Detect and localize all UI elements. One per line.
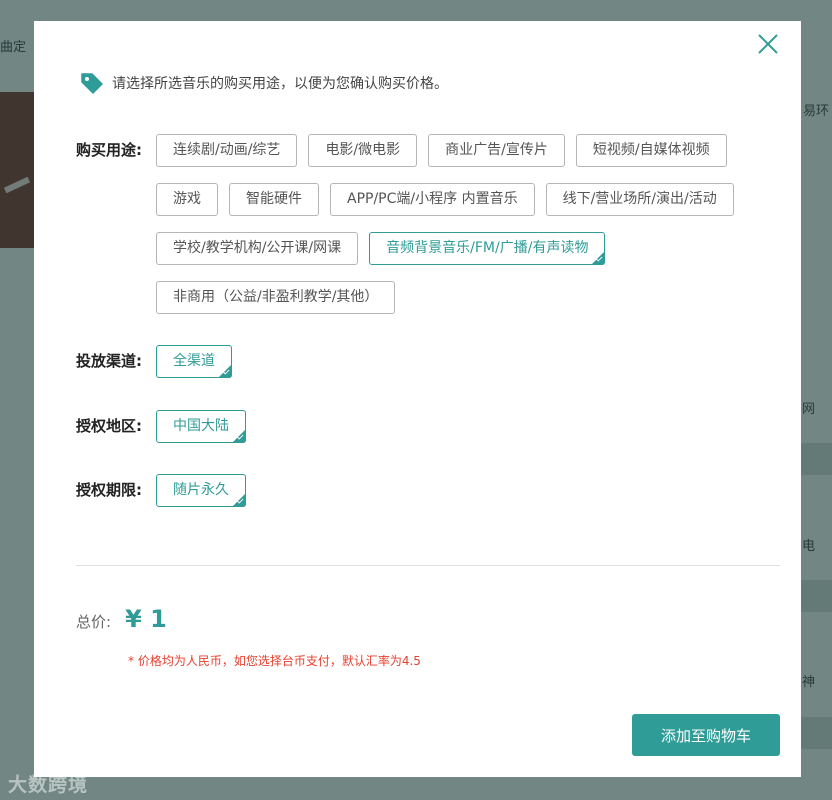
total-price: ¥ 1	[125, 605, 167, 633]
usage-option[interactable]: 非商用（公益/非盈利教学/其他）	[156, 281, 396, 314]
notice: 请选择所选音乐的购买用途，以便为您确认购买价格。	[80, 71, 448, 95]
usage-option[interactable]: 短视频/自媒体视频	[575, 134, 727, 167]
tag-icon	[80, 71, 104, 95]
usage-option[interactable]: 游戏	[156, 183, 218, 216]
usage-option[interactable]: 智能硬件	[229, 183, 319, 216]
region-options: 中国大陆	[156, 410, 776, 459]
usage-option[interactable]: 音频背景音乐/FM/广播/有声读物	[369, 232, 606, 265]
divider	[76, 565, 780, 566]
channel-options: 全渠道	[156, 345, 776, 394]
add-to-cart-button[interactable]: 添加至购物车	[632, 714, 780, 756]
purchase-usage-dialog: 请选择所选音乐的购买用途，以便为您确认购买价格。 购买用途: 连续剧/动画/综艺…	[34, 21, 801, 777]
channel-row: 投放渠道: 全渠道	[76, 345, 776, 394]
period-label: 授权期限:	[76, 481, 142, 499]
usage-option[interactable]: 学校/教学机构/公开课/网课	[156, 232, 359, 265]
usage-option[interactable]: 连续剧/动画/综艺	[156, 134, 298, 167]
currency-note: * 价格均为人民币，如您选择台币支付，默认汇率为4.5	[128, 654, 421, 668]
usage-row: 购买用途: 连续剧/动画/综艺 电影/微电影 商业广告/宣传片 短视频/自媒体视频游戏…	[76, 134, 776, 330]
period-options: 随片永久	[156, 474, 776, 523]
region-label: 授权地区:	[76, 417, 142, 435]
close-button[interactable]	[757, 33, 779, 55]
close-icon	[758, 34, 778, 54]
period-option[interactable]: 随片永久	[156, 474, 246, 507]
notice-text: 请选择所选音乐的购买用途，以便为您确认购买价格。	[112, 76, 448, 92]
channel-label: 投放渠道:	[76, 352, 142, 370]
total-price-row: 总价: ¥ 1	[76, 605, 167, 633]
usage-label: 购买用途:	[76, 141, 142, 159]
period-row: 授权期限: 随片永久	[76, 474, 776, 523]
channel-option[interactable]: 全渠道	[156, 345, 232, 378]
total-label: 总价:	[76, 613, 112, 631]
usage-option[interactable]: APP/PC端/小程序 内置音乐	[330, 183, 535, 216]
usage-options: 连续剧/动画/综艺 电影/微电影 商业广告/宣传片 短视频/自媒体视频游戏 智能硬件 AP…	[156, 134, 776, 330]
usage-option[interactable]: 电影/微电影	[308, 134, 418, 167]
usage-option[interactable]: 商业广告/宣传片	[428, 134, 565, 167]
region-option[interactable]: 中国大陆	[156, 410, 246, 443]
region-row: 授权地区: 中国大陆	[76, 410, 776, 459]
usage-option[interactable]: 线下/营业场所/演出/活动	[545, 183, 734, 216]
